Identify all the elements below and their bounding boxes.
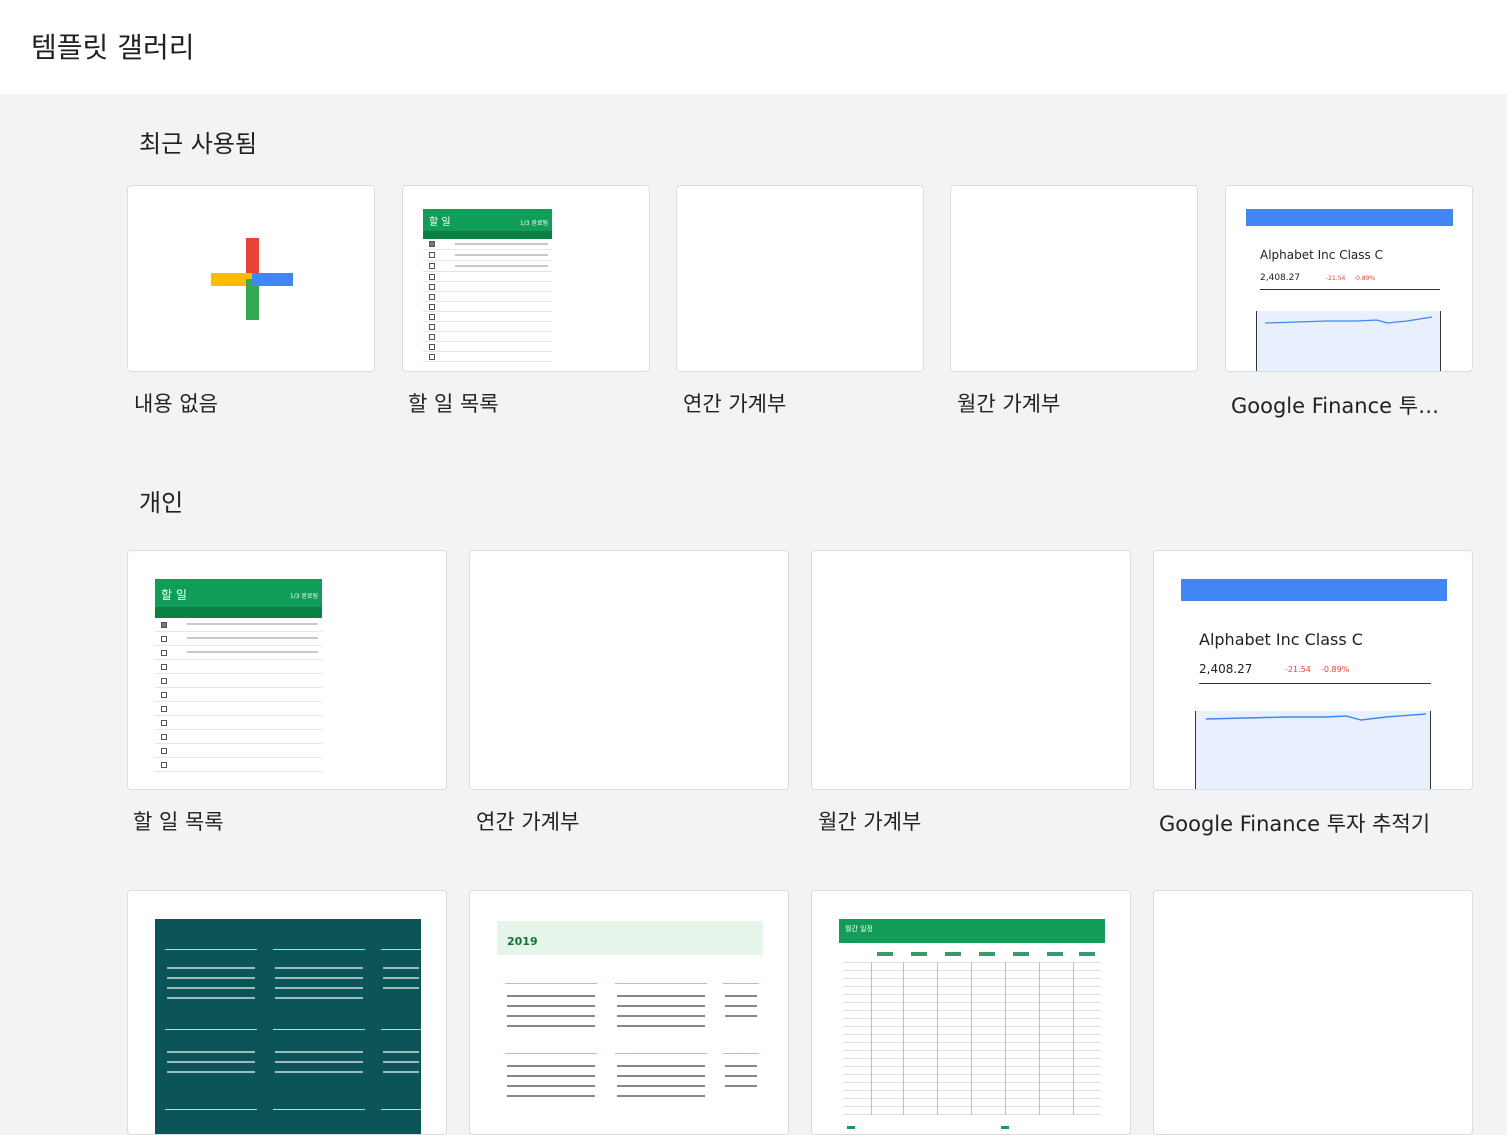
template-label-todo[interactable]: 할 일 목록 <box>408 388 648 418</box>
finance-preview-large-company: Alphabet Inc Class C <box>1199 630 1363 649</box>
template-card-blank[interactable] <box>127 185 375 372</box>
section-title-personal: 개인 <box>139 489 184 517</box>
calendar-dark-preview <box>155 919 421 1134</box>
personal-card-calendar-dark[interactable] <box>127 890 447 1135</box>
finance-preview-large-price: 2,408.27 <box>1199 662 1253 676</box>
plus-icon <box>211 238 293 320</box>
app-header: 템플릿 갤러리 <box>0 0 1507 94</box>
finance-preview-large: Alphabet Inc Class C 2,408.27 -21.54 -0.… <box>1181 579 1447 789</box>
schedule-preview-title: 월간 일정 <box>845 925 873 933</box>
finance-preview-change: -21.54 <box>1326 275 1346 282</box>
personal-label-monthly-budget[interactable]: 월간 가계부 <box>818 806 1128 836</box>
calendar-2019-year: 2019 <box>507 935 538 948</box>
calendar-2019-preview: 2019 <box>497 921 763 1134</box>
template-card-todo[interactable]: 할 일 1/3 완료됨 <box>402 185 650 372</box>
schedule-grid <box>843 952 1101 1129</box>
template-card-finance[interactable]: Alphabet Inc Class C 2,408.27 -21.54 -0.… <box>1225 185 1473 372</box>
personal-label-finance[interactable]: Google Finance 투자 추적기 <box>1159 808 1469 838</box>
finance-preview-large-change: -21.54 <box>1285 665 1311 674</box>
todo-preview-large-title: 할 일 <box>161 588 187 602</box>
template-label-monthly-budget[interactable]: 월간 가계부 <box>957 388 1197 418</box>
finance-preview-company: Alphabet Inc Class C <box>1260 248 1383 262</box>
todo-preview-large-progress: 1/3 완료됨 <box>289 593 318 600</box>
personal-card-todo[interactable]: 할 일 1/3 완료됨 <box>127 550 447 790</box>
section-title-recent: 최근 사용됨 <box>139 130 258 158</box>
template-label-finance[interactable]: Google Finance 투자 추적기 <box>1231 390 1453 420</box>
finance-preview-chart <box>1256 311 1441 371</box>
todo-preview: 할 일 1/3 완료됨 <box>423 209 552 371</box>
calendar-2019-grid <box>505 983 759 1097</box>
template-card-monthly-budget[interactable] <box>950 185 1198 372</box>
personal-card-monthly-budget[interactable] <box>811 550 1131 790</box>
finance-preview-price: 2,408.27 <box>1260 273 1301 283</box>
personal-card-calendar-2019[interactable]: 2019 <box>469 890 789 1135</box>
finance-preview-large-chart <box>1195 711 1431 789</box>
calendar-dark-grid <box>165 949 421 1110</box>
personal-label-todo[interactable]: 할 일 목록 <box>133 806 443 836</box>
page-title: 템플릿 갤러리 <box>31 31 195 64</box>
personal-label-annual-budget[interactable]: 연간 가계부 <box>476 806 786 836</box>
finance-preview-change-pct: -0.89% <box>1354 275 1376 282</box>
template-label-annual-budget[interactable]: 연간 가계부 <box>683 388 923 418</box>
template-label-blank[interactable]: 내용 없음 <box>134 388 374 418</box>
personal-card-blank-preview[interactable] <box>1153 890 1473 1135</box>
template-card-annual-budget[interactable] <box>676 185 924 372</box>
personal-card-annual-budget[interactable] <box>469 550 789 790</box>
finance-preview: Alphabet Inc Class C 2,408.27 -21.54 -0.… <box>1246 209 1453 371</box>
schedule-preview: 월간 일정 <box>839 919 1105 1134</box>
personal-card-schedule[interactable]: 월간 일정 <box>811 890 1131 1135</box>
todo-preview-large: 할 일 1/3 완료됨 <box>155 579 322 789</box>
todo-preview-progress: 1/3 완료됨 <box>519 220 548 227</box>
finance-preview-large-change-pct: -0.89% <box>1321 665 1350 674</box>
personal-card-finance[interactable]: Alphabet Inc Class C 2,408.27 -21.54 -0.… <box>1153 550 1473 790</box>
todo-preview-title: 할 일 <box>429 217 451 228</box>
